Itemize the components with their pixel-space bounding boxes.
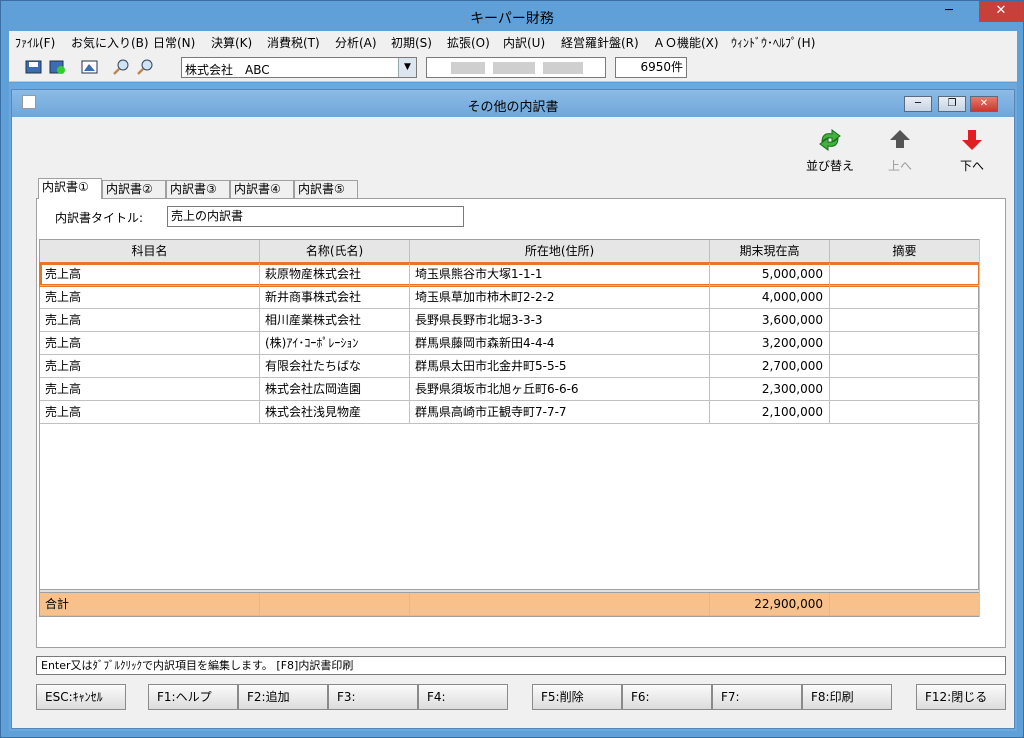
masked-field: [426, 57, 606, 78]
header-balance[interactable]: 期末現在高: [710, 240, 830, 263]
chevron-down-icon[interactable]: ▼: [398, 58, 416, 77]
child-close-button[interactable]: ✕: [970, 96, 998, 112]
breakdown-table: 科目名 名称(氏名) 所在地(住所) 期末現在高 摘要 売上高 萩原物産株式会社…: [39, 239, 981, 617]
menu-bar: ﾌｧｲﾙ(F) お気に入り(B) 日常(N) 決算(K) 消費税(T) 分析(A…: [9, 31, 1017, 52]
tab-panel: 内訳書タイトル: 売上の内訳書 科目名 名称(氏名) 所在地(住所) 期末現在高…: [36, 198, 1006, 648]
total-row: 合計 22,900,000: [40, 593, 980, 616]
zoom-out-icon[interactable]: [137, 59, 154, 75]
title-label: 内訳書タイトル:: [55, 211, 144, 225]
menu-compass[interactable]: 経営羅針盤(R): [561, 34, 639, 51]
child-title-bar: その他の内訳書 ─ ❐ ✕: [12, 90, 1014, 117]
f8-print-button[interactable]: F8:印刷: [802, 684, 892, 710]
esc-cancel-button[interactable]: ESC:ｷｬﾝｾﾙ: [36, 684, 126, 710]
minimize-button[interactable]: ─: [935, 1, 963, 22]
save-icon[interactable]: [25, 59, 42, 75]
close-button[interactable]: ✕: [979, 1, 1023, 22]
down-label: 下へ: [959, 159, 984, 173]
menu-analysis[interactable]: 分析(A): [335, 34, 377, 51]
f6-button[interactable]: F6:: [622, 684, 712, 710]
print-preview-icon[interactable]: [81, 59, 98, 75]
sort-button[interactable]: 並び替え: [800, 128, 860, 174]
arrow-up-icon: [890, 130, 910, 148]
vertical-scrollbar[interactable]: [979, 239, 998, 617]
menu-favorites[interactable]: お気に入り(B): [71, 34, 149, 51]
f12-close-button[interactable]: F12:閉じる: [916, 684, 1006, 710]
table-row[interactable]: 売上高 (株)ｱｲ･ｺｰﾎﾟﾚｰｼｮﾝ 群馬県藤岡市森新田4-4-4 3,200…: [40, 332, 980, 355]
move-up-button[interactable]: 上へ: [878, 128, 922, 174]
menu-closing[interactable]: 決算(K): [211, 34, 252, 51]
child-minimize-button[interactable]: ─: [904, 96, 932, 112]
company-select[interactable]: 株式会社 ABC ▼: [181, 57, 417, 78]
sort-label: 並び替え: [805, 159, 854, 173]
header-remarks[interactable]: 摘要: [830, 240, 980, 263]
table-row[interactable]: 売上高 株式会社浅見物産 群馬県高崎市正観寺町7-7-7 2,100,000: [40, 401, 980, 424]
arrow-down-icon: [962, 130, 982, 150]
tab-breakdown-5[interactable]: 内訳書⑤: [294, 180, 358, 198]
menu-ao[interactable]: ＡＯ機能(X): [653, 34, 719, 51]
child-restore-button[interactable]: ❐: [938, 96, 966, 112]
status-bar: Enter又はﾀﾞﾌﾞﾙｸﾘｯｸで内訳項目を編集します。 [F8]内訳書印刷: [36, 656, 1006, 675]
f3-button[interactable]: F3:: [328, 684, 418, 710]
menu-initial[interactable]: 初期(S): [391, 34, 432, 51]
table-row[interactable]: 売上高 相川産業株式会社 長野県長野市北堀3-3-3 3,600,000: [40, 309, 980, 332]
header-address[interactable]: 所在地(住所): [410, 240, 710, 263]
f4-button[interactable]: F4:: [418, 684, 508, 710]
app-title: キーパー財務: [470, 11, 554, 27]
move-down-button[interactable]: 下へ: [950, 128, 994, 174]
table-row[interactable]: 売上高 萩原物産株式会社 埼玉県熊谷市大塚1-1-1 5,000,000: [39, 262, 981, 287]
tab-breakdown-4[interactable]: 内訳書④: [230, 180, 294, 198]
toolbar: 株式会社 ABC ▼ 6950件: [9, 52, 1017, 82]
f1-help-button[interactable]: F1:ヘルプ: [148, 684, 238, 710]
mdi-client: その他の内訳書 ─ ❐ ✕ 並び替え 上へ 下へ 内訳書① 内訳書② 内訳書③: [9, 83, 1017, 731]
title-bar: キーパー財務 ─ ✕: [1, 1, 1023, 31]
f2-add-button[interactable]: F2:追加: [238, 684, 328, 710]
tab-breakdown-1[interactable]: 内訳書①: [38, 178, 102, 199]
tab-breakdown-3[interactable]: 内訳書③: [166, 180, 230, 198]
zoom-in-icon[interactable]: [113, 59, 130, 75]
main-window: キーパー財務 ─ ✕ ﾌｧｲﾙ(F) お気に入り(B) 日常(N) 決算(K) …: [0, 0, 1024, 738]
sort-icon: [819, 129, 841, 151]
export-icon[interactable]: [49, 59, 66, 75]
f5-delete-button[interactable]: F5:削除: [532, 684, 622, 710]
header-name[interactable]: 名称(氏名): [260, 240, 410, 263]
table-row[interactable]: 売上高 有限会社たちばな 群馬県太田市北金井町5-5-5 2,700,000: [40, 355, 980, 378]
total-label: 合計: [40, 593, 260, 616]
title-field[interactable]: 売上の内訳書: [167, 206, 464, 227]
company-name: 株式会社 ABC: [185, 63, 270, 77]
f7-button[interactable]: F7:: [712, 684, 802, 710]
record-count: 6950件: [615, 57, 687, 78]
menu-daily[interactable]: 日常(N): [153, 34, 195, 51]
header-account[interactable]: 科目名: [40, 240, 260, 263]
menu-breakdown[interactable]: 内訳(U): [503, 34, 545, 51]
up-label: 上へ: [887, 159, 912, 173]
table-header: 科目名 名称(氏名) 所在地(住所) 期末現在高 摘要: [40, 240, 980, 263]
table-row[interactable]: 売上高 株式会社広岡造園 長野県須坂市北旭ヶ丘町6-6-6 2,300,000: [40, 378, 980, 401]
total-amount: 22,900,000: [710, 593, 830, 616]
table-row[interactable]: 売上高 新井商事株式会社 埼玉県草加市柿木町2-2-2 4,000,000: [40, 286, 980, 309]
breakdown-window: その他の内訳書 ─ ❐ ✕ 並び替え 上へ 下へ 内訳書① 内訳書② 内訳書③: [11, 89, 1015, 729]
tab-breakdown-2[interactable]: 内訳書②: [102, 180, 166, 198]
menu-extend[interactable]: 拡張(O): [447, 34, 490, 51]
menu-file[interactable]: ﾌｧｲﾙ(F): [15, 34, 55, 51]
menu-window-help[interactable]: ｳｨﾝﾄﾞｳ･ﾍﾙﾌﾟ(H): [731, 34, 815, 51]
child-window-title: その他の内訳書: [467, 100, 559, 115]
menu-tax[interactable]: 消費税(T): [267, 34, 320, 51]
